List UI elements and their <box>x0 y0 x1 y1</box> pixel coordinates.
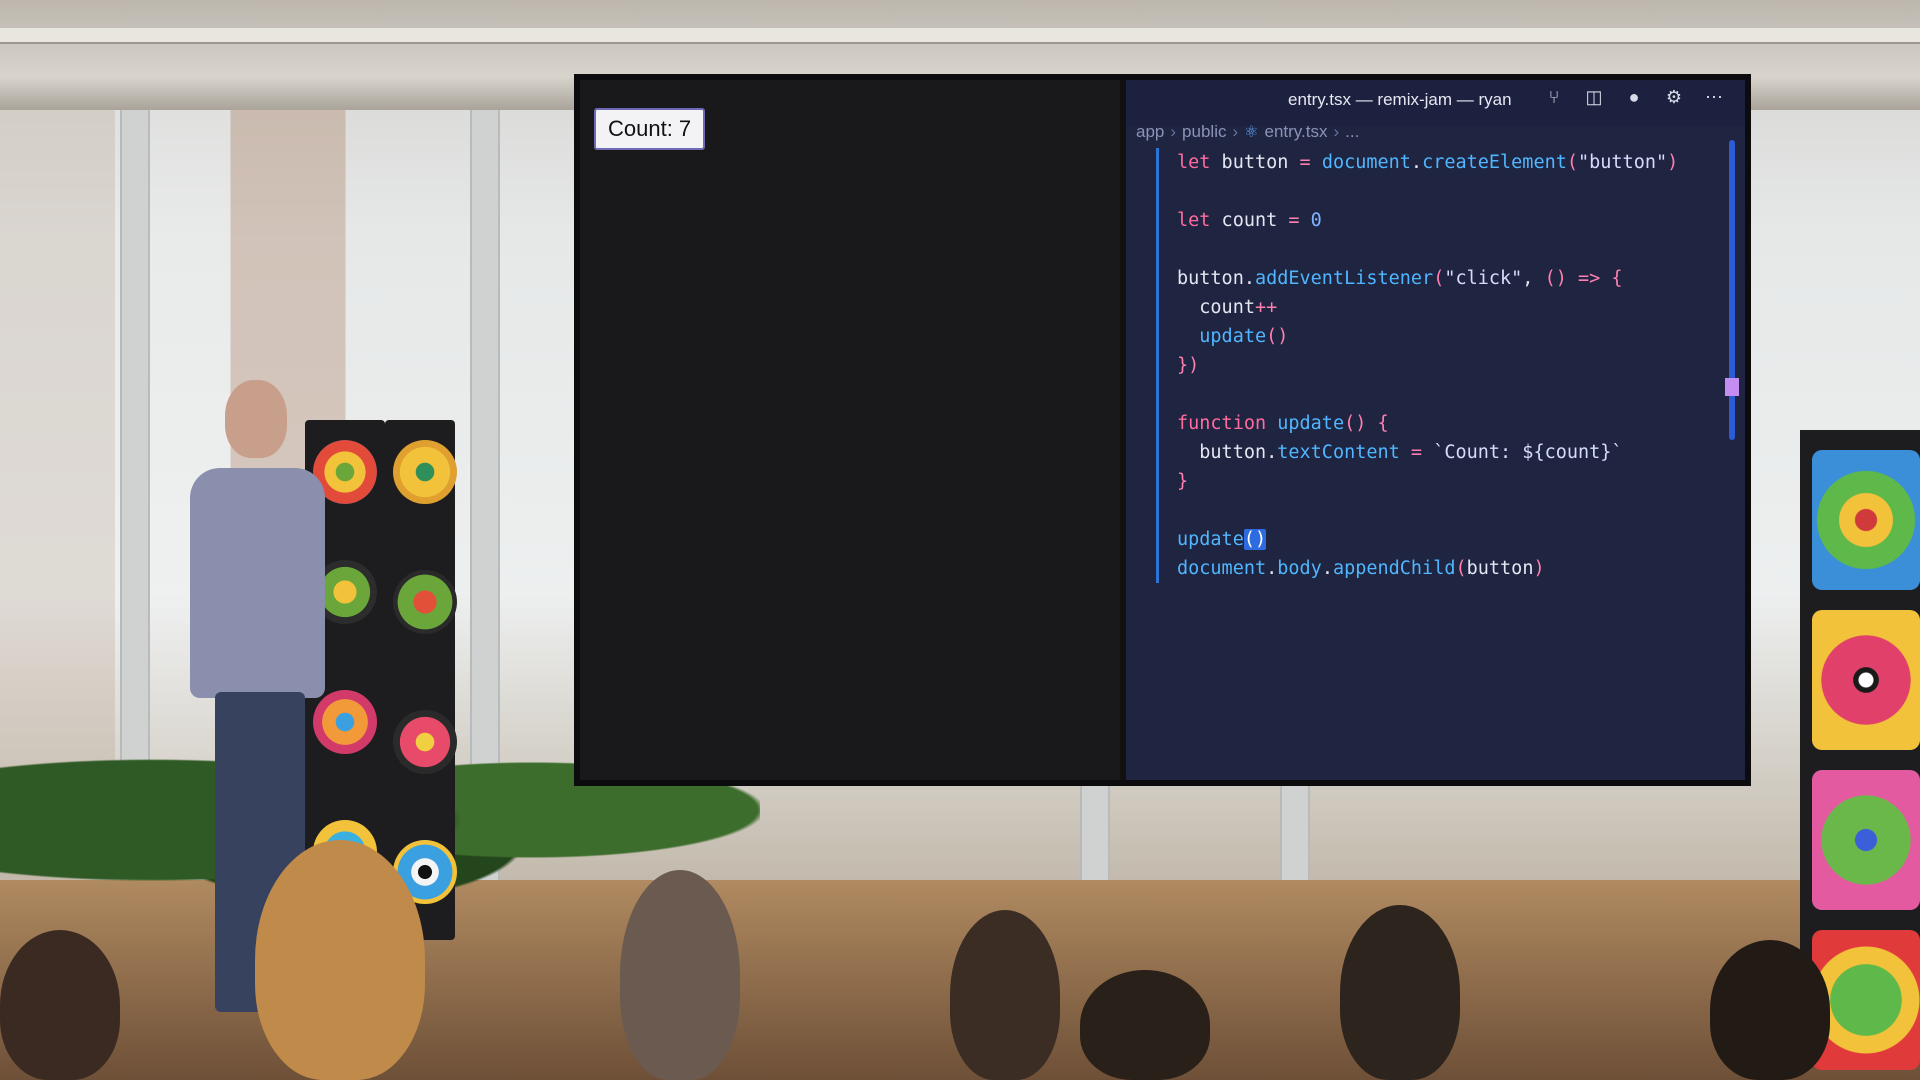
ceiling-beam <box>0 28 1920 44</box>
audience-member <box>950 910 1060 1080</box>
presenter-head <box>225 380 287 458</box>
more-icon[interactable]: ⋯ <box>1703 86 1725 108</box>
scrollbar-marker <box>1725 378 1739 396</box>
react-file-icon: ⚛ <box>1244 124 1259 141</box>
decor-disc <box>393 570 457 634</box>
split-editor-icon[interactable]: ◫ <box>1583 86 1605 108</box>
chevron-right-icon: › <box>1232 122 1239 141</box>
code-line: document.body.appendChild(button) <box>1177 558 1545 579</box>
chevron-right-icon: › <box>1170 122 1177 141</box>
audience-member <box>620 870 740 1080</box>
decor-right-panel <box>1800 430 1920 1070</box>
code-line: count++ <box>1177 297 1278 318</box>
breadcrumb-item[interactable]: entry.tsx <box>1264 122 1327 142</box>
code-line: update() <box>1199 326 1289 347</box>
code-line: button.addEventListener("click", () => { <box>1177 268 1623 289</box>
titlebar-actions: ⑂ ◫ ● ⚙ ⋯ <box>1543 86 1725 108</box>
presentation-screen: Count: 7 entry.tsx — remix-jam — ryan ⑂ … <box>580 80 1745 780</box>
code-line: function update() { <box>1177 413 1389 434</box>
code-area[interactable]: let button = document.createElement("but… <box>1156 148 1737 583</box>
code-line: }) <box>1177 355 1200 376</box>
audience-member <box>1340 905 1460 1080</box>
code-line: button.textContent = `Count: ${count}` <box>1177 442 1623 463</box>
settings-gear-icon[interactable]: ⚙ <box>1663 86 1685 108</box>
window-title: entry.tsx — remix-jam — ryan <box>1288 90 1512 109</box>
decor-disc <box>393 440 457 504</box>
browser-pane: Count: 7 <box>580 80 1120 780</box>
decor-disc <box>393 710 457 774</box>
breadcrumb-item[interactable]: ... <box>1345 122 1359 142</box>
decor-speaker-panel <box>385 420 457 940</box>
audience-member <box>1080 970 1210 1080</box>
audience-member <box>255 840 425 1080</box>
code-line: } <box>1177 471 1189 492</box>
count-button[interactable]: Count: 7 <box>594 108 706 150</box>
presenter-torso <box>190 468 325 698</box>
decor-tile <box>1812 450 1920 590</box>
source-control-icon[interactable]: ⑂ <box>1543 86 1565 108</box>
unsaved-dot-icon: ● <box>1628 87 1640 107</box>
audience-member <box>0 930 120 1080</box>
code-editor: entry.tsx — remix-jam — ryan ⑂ ◫ ● ⚙ ⋯ a… <box>1126 80 1745 780</box>
decor-tile <box>1812 770 1920 910</box>
editor-titlebar: entry.tsx — remix-jam — ryan ⑂ ◫ ● ⚙ ⋯ <box>1126 80 1745 126</box>
chevron-right-icon: › <box>1333 122 1340 141</box>
code-line: update() <box>1177 529 1267 550</box>
code-line: let count = 0 <box>1177 210 1322 231</box>
breadcrumb-item[interactable]: app <box>1136 122 1164 142</box>
breadcrumb: app › public › ⚛ entry.tsx › ... <box>1136 122 1359 142</box>
code-line: let button = document.createElement("but… <box>1177 152 1679 173</box>
decor-tile <box>1812 610 1920 750</box>
breadcrumb-item[interactable]: public <box>1182 122 1226 142</box>
audience-member <box>1710 940 1830 1080</box>
